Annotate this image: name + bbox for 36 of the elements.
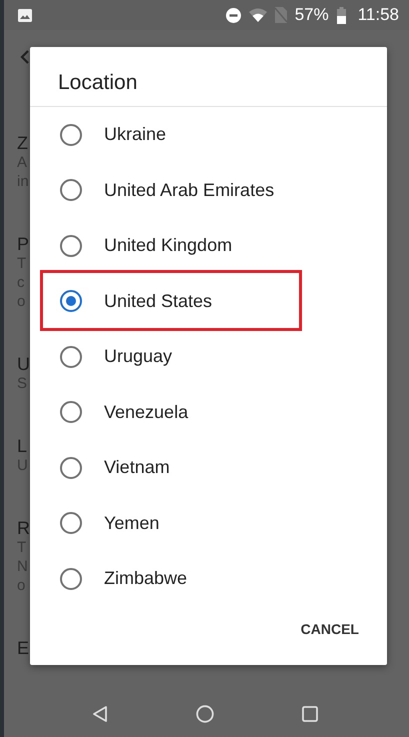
country-label[interactable]: United States <box>104 290 212 312</box>
clock: 11:58 <box>358 5 399 25</box>
country-label[interactable]: Zimbabwe <box>104 568 188 590</box>
setting-title: L <box>17 436 28 456</box>
battery-percent: 57% <box>294 5 329 25</box>
do-not-disturb-icon <box>226 8 241 22</box>
setting-title: U <box>17 354 30 374</box>
battery-icon <box>336 6 346 24</box>
setting-title: Z <box>17 133 28 153</box>
country-label[interactable]: United Kingdom <box>104 235 232 256</box>
radio-button[interactable] <box>60 290 82 312</box>
radio-button[interactable] <box>60 124 82 146</box>
setting-title: E <box>17 638 30 658</box>
radio-button[interactable] <box>60 401 82 424</box>
radio-button[interactable] <box>60 346 82 368</box>
back-icon[interactable] <box>92 706 108 722</box>
radio-button[interactable] <box>60 179 82 202</box>
cancel-button[interactable]: CANCEL <box>298 615 361 643</box>
image-icon <box>18 8 32 22</box>
setting-title: P <box>17 234 30 254</box>
country-label[interactable]: Vietnam <box>104 457 170 478</box>
radio-button[interactable] <box>60 568 82 590</box>
country-label[interactable]: Ukraine <box>104 124 166 146</box>
radio-button[interactable] <box>60 512 82 534</box>
no-sim-icon <box>274 7 287 23</box>
dialog-title: Location <box>30 47 387 107</box>
country-label[interactable]: Venezuela <box>104 402 188 423</box>
home-icon[interactable] <box>196 704 214 722</box>
radio-button[interactable] <box>60 234 82 257</box>
radio-button[interactable] <box>60 456 82 479</box>
recents-icon[interactable] <box>302 706 318 722</box>
wifi-icon <box>248 8 267 22</box>
country-label[interactable]: Yemen <box>104 512 160 534</box>
setting-title: R <box>17 518 30 538</box>
country-label[interactable]: United Arab Emirates <box>104 180 274 201</box>
country-label[interactable]: Uruguay <box>104 346 172 368</box>
